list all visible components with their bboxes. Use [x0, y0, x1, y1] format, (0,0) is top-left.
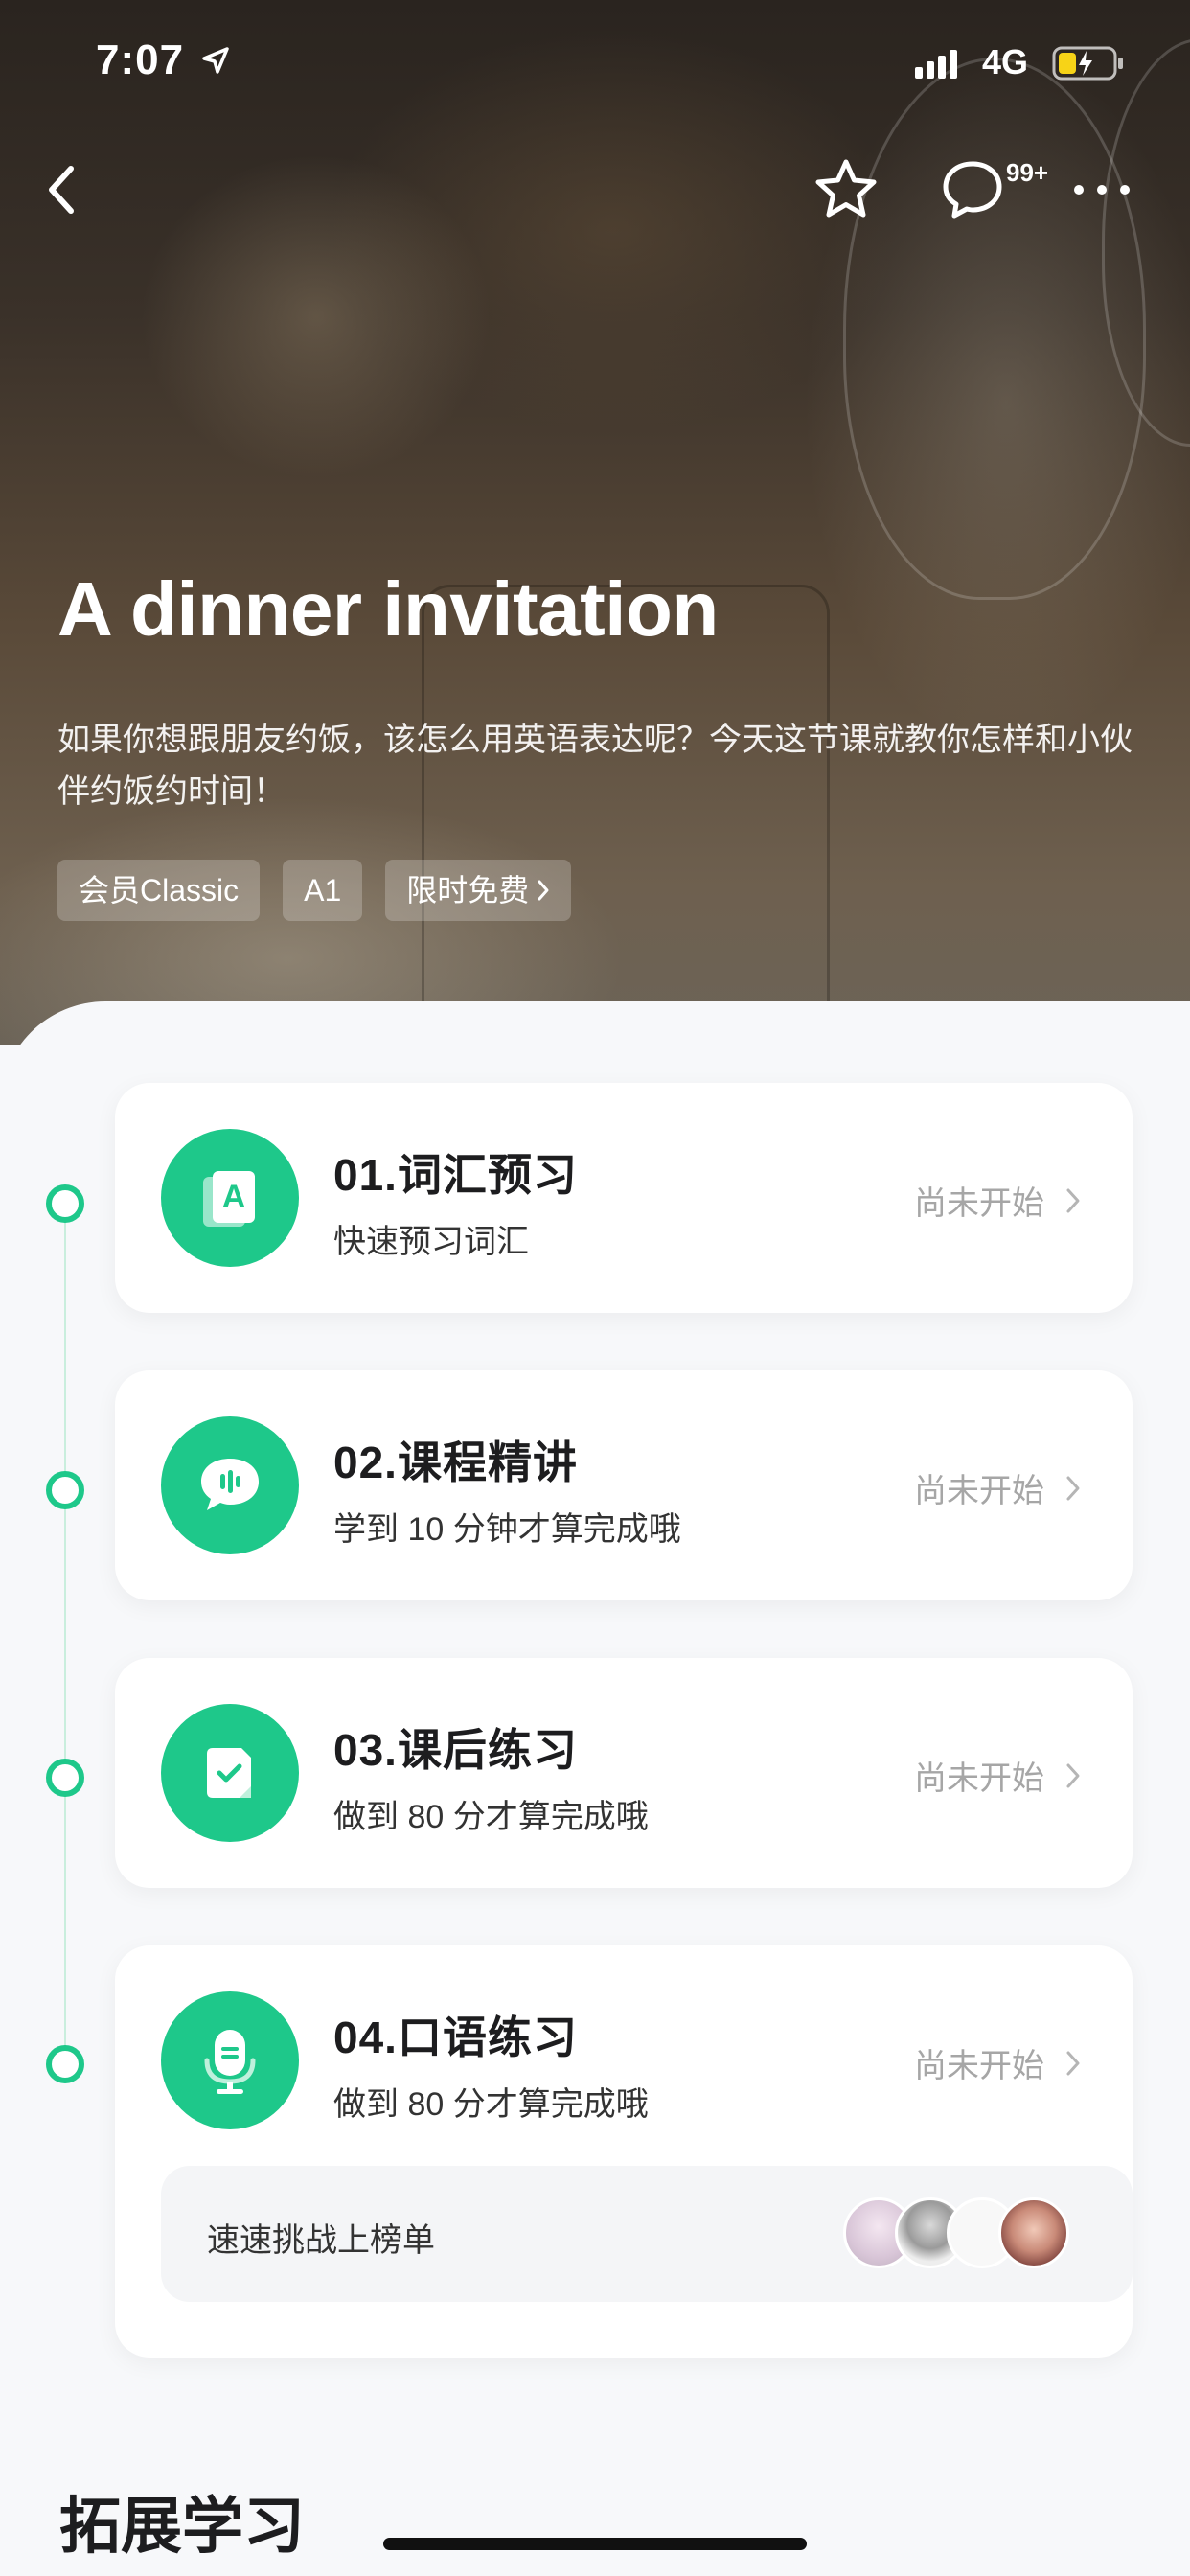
extended-learning-heading: 拓展学习 — [59, 2492, 305, 2561]
battery-charging-icon — [1052, 46, 1123, 80]
step-card-vocabulary[interactable]: A 01.词汇预习 快速预习词汇 尚未开始 — [115, 1083, 1133, 1313]
signal-icon — [915, 50, 957, 79]
leaderboard-avatars — [843, 2197, 1069, 2268]
step-card-lecture[interactable]: 02.课程精讲 学到 10 分钟才算完成哦 尚未开始 — [115, 1370, 1133, 1600]
lesson-title: A dinner invitation — [57, 566, 719, 652]
chevron-right-icon — [1066, 2051, 1080, 2075]
avatar — [998, 2197, 1069, 2268]
leaderboard-challenge-banner[interactable]: 速速挑战上榜单 — [161, 2166, 1133, 2302]
timeline-dot — [46, 1471, 84, 1509]
location-arrow-icon — [202, 47, 229, 74]
step-card-exercise[interactable]: 03.课后练习 做到 80 分才算完成哦 尚未开始 — [115, 1658, 1133, 1888]
step-status: 尚未开始 — [914, 1177, 1081, 1224]
step-title: 01.词汇预习 — [333, 1150, 578, 1200]
comment-count-badge: 99+ — [1006, 158, 1049, 187]
comment-bubble-icon[interactable] — [939, 156, 1006, 223]
timeline-line — [64, 1198, 66, 2060]
step-title: 04.口语练习 — [333, 2012, 578, 2062]
step-subtitle: 做到 80 分才算完成哦 — [333, 2086, 649, 2123]
lesson-tags: 会员Classic A1 限时免费 — [57, 860, 572, 921]
challenge-label: 速速挑战上榜单 — [207, 2222, 435, 2259]
wine-glass-image — [843, 58, 1146, 600]
tag-membership: 会员Classic — [57, 860, 261, 921]
step-title: 02.课程精讲 — [333, 1438, 578, 1487]
status-time: 7:07 — [96, 36, 185, 83]
chevron-right-icon — [1066, 1188, 1080, 1212]
more-options-icon[interactable] — [1071, 175, 1133, 204]
timeline-dot — [46, 1759, 84, 1797]
tag-level: A1 — [283, 860, 363, 921]
step-status: 尚未开始 — [914, 1752, 1081, 1799]
svg-text:A: A — [222, 1179, 246, 1215]
step-title: 03.课后练习 — [333, 1725, 578, 1775]
home-indicator[interactable] — [383, 2538, 807, 2550]
chevron-right-icon — [1066, 1476, 1080, 1500]
lesson-hero-banner: 7:07 4G 99+ A dinner invitation 如果你想跟朋友约… — [0, 0, 1190, 1045]
tag-free-promo[interactable]: 限时免费 — [385, 860, 572, 921]
status-bar: 7:07 4G — [0, 0, 1190, 129]
vocabulary-icon: A — [161, 1129, 299, 1267]
step-status: 尚未开始 — [914, 2039, 1081, 2086]
step-status-label: 尚未开始 — [914, 1473, 1044, 1509]
step-card-speaking[interactable]: 04.口语练习 做到 80 分才算完成哦 尚未开始 速速挑战上榜单 — [115, 1945, 1133, 2358]
microphone-icon — [161, 1991, 299, 2129]
back-arrow-icon[interactable] — [38, 161, 86, 218]
chevron-right-icon — [538, 880, 549, 901]
step-status: 尚未开始 — [914, 1464, 1081, 1511]
tag-label: A1 — [304, 873, 342, 908]
step-subtitle: 快速预习词汇 — [333, 1224, 529, 1260]
audio-lecture-icon — [161, 1416, 299, 1554]
lesson-description: 如果你想跟朋友约饭，该怎么用英语表达呢？今天这节课就教你怎样和小伙伴约饭约时间！ — [57, 722, 1133, 810]
step-subtitle: 学到 10 分钟才算完成哦 — [333, 1511, 681, 1548]
exercise-check-icon — [161, 1704, 299, 1842]
tag-label: 限时免费 — [406, 873, 530, 908]
timeline-dot — [46, 1184, 84, 1223]
timeline-dot — [46, 2045, 84, 2083]
step-status-label: 尚未开始 — [914, 2048, 1044, 2084]
step-status-label: 尚未开始 — [914, 1760, 1044, 1797]
chevron-right-icon — [1066, 1763, 1080, 1787]
favorite-star-icon[interactable] — [812, 156, 880, 223]
network-type: 4G — [982, 42, 1029, 81]
step-status-label: 尚未开始 — [914, 1185, 1044, 1222]
tag-label: 会员Classic — [79, 873, 240, 908]
step-subtitle: 做到 80 分才算完成哦 — [333, 1799, 649, 1835]
